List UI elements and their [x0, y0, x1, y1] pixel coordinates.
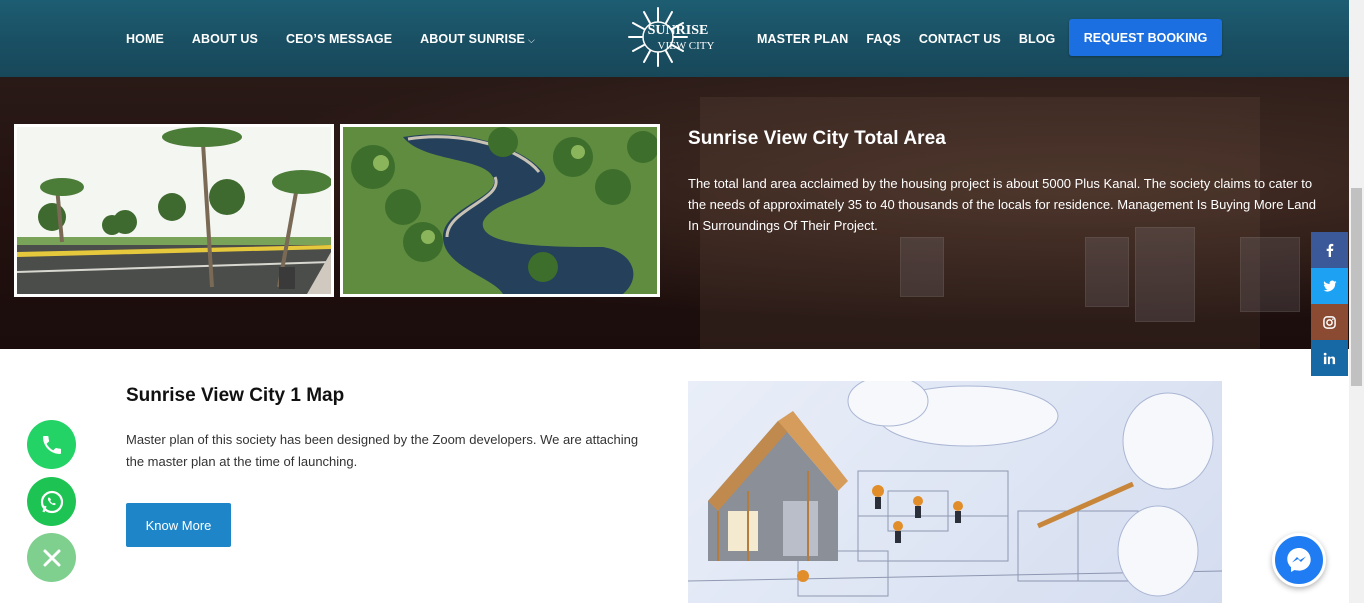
linkedin-share-button[interactable]	[1311, 340, 1348, 376]
map-title: Sunrise View City 1 Map	[126, 385, 345, 406]
total-area-title: Sunrise View City Total Area	[688, 128, 946, 149]
nav-faqs[interactable]: FAQS	[866, 32, 900, 46]
twitter-icon	[1322, 280, 1336, 292]
twitter-share-button[interactable]	[1311, 268, 1348, 304]
total-area-section: Sunrise View City Total Area The total l…	[0, 77, 1349, 349]
page-scrollbar[interactable]	[1349, 0, 1364, 603]
nav-about-us[interactable]: ABOUT US	[192, 32, 258, 46]
whatsapp-icon	[40, 490, 63, 513]
facebook-share-button[interactable]	[1311, 232, 1348, 268]
background-window	[900, 237, 944, 297]
road-palm-trees-image	[14, 124, 334, 297]
lake-park-image	[340, 124, 660, 297]
whatsapp-button[interactable]	[27, 477, 76, 526]
nav-home[interactable]: HOME	[126, 32, 164, 46]
close-chat-button[interactable]	[27, 533, 76, 582]
background-window	[1240, 237, 1300, 312]
phone-icon	[42, 435, 61, 454]
scrollbar-thumb[interactable]	[1351, 188, 1362, 386]
instagram-icon	[1323, 315, 1336, 329]
nav-master-plan[interactable]: MASTER PLAN	[757, 32, 848, 46]
blueprint-construction-image	[688, 381, 1222, 603]
know-more-button[interactable]: Know More	[126, 503, 231, 547]
call-button[interactable]	[27, 420, 76, 469]
nav-ceos-message[interactable]: CEO’S MESSAGE	[286, 32, 392, 46]
nav-about-sunrise[interactable]: ABOUT SUNRISE ⌵	[420, 32, 535, 46]
nav-blog[interactable]: BLOG	[1019, 32, 1056, 46]
svg-text:VIEW CITY: VIEW CITY	[658, 40, 715, 52]
messenger-icon	[1287, 548, 1311, 572]
total-area-description: The total land area acclaimed by the hou…	[688, 176, 1316, 233]
request-booking-button[interactable]: REQUEST BOOKING	[1069, 19, 1222, 56]
background-window	[1085, 237, 1129, 307]
linkedin-icon	[1323, 352, 1336, 364]
svg-text:SUNRISE: SUNRISE	[648, 23, 709, 38]
map-description: Master plan of this society has been des…	[126, 432, 639, 469]
site-logo[interactable]: SUNRISE VIEW CITY	[628, 4, 720, 70]
instagram-share-button[interactable]	[1311, 304, 1348, 340]
messenger-button[interactable]	[1272, 533, 1326, 587]
nav-contact-us[interactable]: CONTACT US	[919, 32, 1001, 46]
site-header: HOME ABOUT US CEO’S MESSAGE ABOUT SUNRIS…	[0, 0, 1349, 77]
facebook-icon	[1326, 243, 1333, 257]
close-icon	[43, 549, 60, 566]
primary-nav-right: MASTER PLAN FAQS CONTACT US BLOG	[757, 0, 1073, 77]
nav-about-sunrise-label: ABOUT SUNRISE	[420, 31, 525, 46]
chevron-down-icon: ⌵	[527, 34, 535, 45]
background-window	[1135, 227, 1195, 322]
primary-nav-left: HOME ABOUT US CEO’S MESSAGE ABOUT SUNRIS…	[126, 0, 563, 77]
